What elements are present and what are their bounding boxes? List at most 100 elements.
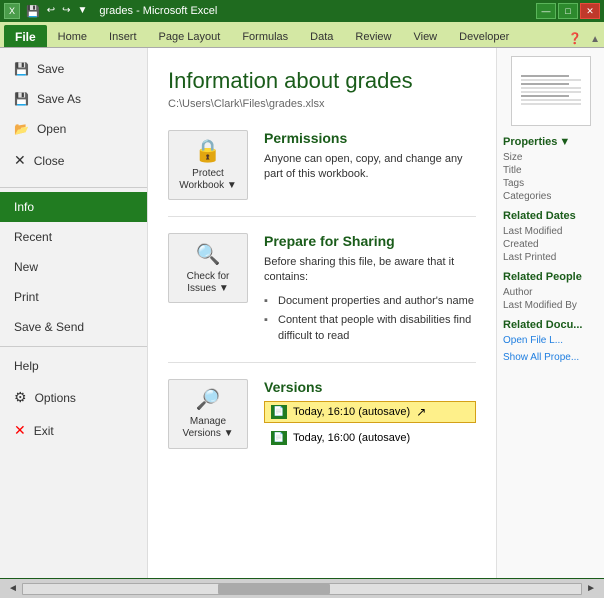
- sidebar: 💾 Save 💾 Save As 📂 Open ✕ Close Info Rec…: [0, 48, 148, 578]
- scroll-right-button[interactable]: ►: [586, 583, 596, 594]
- sidebar-item-save-send[interactable]: Save & Send: [0, 312, 147, 342]
- scrollbar-thumb: [218, 584, 330, 594]
- sidebar-item-recent[interactable]: Recent: [0, 222, 147, 252]
- sidebar-item-print[interactable]: Print: [0, 282, 147, 312]
- maximize-button[interactable]: □: [558, 3, 578, 19]
- tab-home[interactable]: Home: [47, 25, 98, 47]
- title-bar-left: X 💾 ↩ ↪ ▼ grades - Microsoft Excel: [4, 3, 217, 19]
- versions-title: Versions: [264, 379, 476, 395]
- preview-line-5: [521, 91, 581, 93]
- sharing-content: Prepare for Sharing Before sharing this …: [264, 233, 476, 346]
- size-label: Size: [503, 152, 598, 163]
- check-issues-button[interactable]: 🔍 Check forIssues ▼: [168, 233, 248, 303]
- protect-workbook-button[interactable]: 🔒 ProtectWorkbook ▼: [168, 130, 248, 200]
- manage-versions-button[interactable]: 🔎 ManageVersions ▼: [168, 379, 248, 449]
- quick-save-icon[interactable]: 💾: [24, 5, 42, 18]
- versions-section: 🔎 ManageVersions ▼ Versions 📄 Today, 16:…: [168, 379, 476, 465]
- excel-icon: X: [4, 3, 20, 19]
- preview-content: [521, 75, 581, 107]
- options-icon: ⚙: [14, 389, 27, 406]
- sidebar-item-options[interactable]: ⚙ Options: [0, 381, 147, 414]
- sidebar-item-new[interactable]: New: [0, 252, 147, 282]
- categories-label: Categories: [503, 191, 598, 202]
- check-issues-label: Check forIssues ▼: [187, 271, 230, 295]
- save-icon: 💾: [14, 62, 29, 76]
- permissions-section: 🔒 ProtectWorkbook ▼ Permissions Anyone c…: [168, 130, 476, 217]
- manage-versions-label: ManageVersions ▼: [182, 416, 233, 440]
- show-all-properties-link[interactable]: Show All Prope...: [503, 352, 598, 363]
- preview-line-2: [521, 79, 581, 81]
- sidebar-item-exit[interactable]: ✕ Exit: [0, 414, 147, 447]
- ribbon-minimize-icon[interactable]: ▲: [586, 32, 604, 47]
- open-icon: 📂: [14, 122, 29, 136]
- customize-icon[interactable]: ▼: [75, 5, 89, 18]
- sharing-list: Document properties and author's name Co…: [264, 292, 476, 346]
- close-button[interactable]: ✕: [580, 3, 600, 19]
- tab-insert[interactable]: Insert: [98, 25, 148, 47]
- preview-line-1: [521, 75, 569, 77]
- related-dates-title: Related Dates: [503, 210, 598, 222]
- permissions-desc: Anyone can open, copy, and change any pa…: [264, 152, 476, 183]
- document-preview: [511, 56, 591, 126]
- exit-icon: ✕: [14, 422, 26, 439]
- tab-page-layout[interactable]: Page Layout: [148, 25, 232, 47]
- tab-view[interactable]: View: [402, 25, 448, 47]
- sharing-item-1: Document properties and author's name: [264, 292, 476, 311]
- window-controls: — □ ✕: [536, 3, 600, 19]
- sharing-title: Prepare for Sharing: [264, 233, 476, 249]
- main-layout: 💾 Save 💾 Save As 📂 Open ✕ Close Info Rec…: [0, 48, 604, 578]
- quick-access-toolbar: 💾 ↩ ↪ ▼: [24, 5, 89, 18]
- sidebar-divider-1: [0, 187, 147, 188]
- scroll-left-button[interactable]: ◄: [8, 583, 18, 594]
- horizontal-scrollbar[interactable]: [22, 583, 582, 595]
- tags-label: Tags: [503, 178, 598, 189]
- close-menu-icon: ✕: [14, 152, 26, 169]
- version-item-2[interactable]: 📄 Today, 16:00 (autosave): [264, 427, 476, 449]
- sidebar-item-open[interactable]: 📂 Open: [0, 114, 147, 144]
- version-label-2: Today, 16:00 (autosave): [293, 432, 410, 444]
- tab-developer[interactable]: Developer: [448, 25, 520, 47]
- cursor-icon: ↗: [416, 405, 426, 419]
- info-label: Info: [14, 200, 34, 214]
- help-icon[interactable]: ❓: [564, 30, 586, 47]
- author-label: Author: [503, 287, 598, 298]
- protect-workbook-label: ProtectWorkbook ▼: [179, 168, 237, 192]
- title-bar: X 💾 ↩ ↪ ▼ grades - Microsoft Excel — □ ✕: [0, 0, 604, 22]
- status-bar: ◄ ►: [0, 578, 604, 598]
- sharing-section: 🔍 Check forIssues ▼ Prepare for Sharing …: [168, 233, 476, 363]
- tab-file[interactable]: File: [4, 25, 47, 47]
- preview-line-8: [521, 103, 581, 105]
- tab-review[interactable]: Review: [344, 25, 402, 47]
- open-file-location-link[interactable]: Open File L...: [503, 335, 598, 346]
- sidebar-item-close[interactable]: ✕ Close: [0, 144, 147, 177]
- version-item-1[interactable]: 📄 Today, 16:10 (autosave) ↗: [264, 401, 476, 423]
- permissions-content: Permissions Anyone can open, copy, and c…: [264, 130, 476, 183]
- created-label: Created: [503, 239, 598, 250]
- file-path: C:\Users\Clark\Files\grades.xlsx: [168, 98, 476, 110]
- sharing-item-2: Content that people with disabilities fi…: [264, 311, 476, 346]
- redo-icon[interactable]: ↪: [60, 5, 72, 18]
- undo-icon[interactable]: ↩: [45, 5, 57, 18]
- preview-line-7: [521, 99, 581, 101]
- related-people-title: Related People: [503, 271, 598, 283]
- last-modified-by-label: Last Modified By: [503, 300, 598, 311]
- last-printed-label: Last Printed: [503, 252, 598, 263]
- title-text: grades - Microsoft Excel: [99, 5, 217, 17]
- right-panel: Properties ▼ Size Title Tags Categories …: [496, 48, 604, 578]
- properties-section-title: Properties ▼: [503, 136, 598, 148]
- page-title: Information about grades: [168, 68, 476, 94]
- related-docs-title: Related Docu...: [503, 319, 598, 331]
- sidebar-item-info[interactable]: Info: [0, 192, 147, 222]
- tab-formulas[interactable]: Formulas: [231, 25, 299, 47]
- versions-content: Versions 📄 Today, 16:10 (autosave) ↗ 📄 T…: [264, 379, 476, 449]
- properties-dropdown-icon[interactable]: ▼: [559, 136, 570, 148]
- sidebar-item-save[interactable]: 💾 Save: [0, 54, 147, 84]
- content-area: Information about grades C:\Users\Clark\…: [148, 48, 496, 578]
- minimize-button[interactable]: —: [536, 3, 556, 19]
- preview-line-6: [521, 95, 569, 97]
- tab-data[interactable]: Data: [299, 25, 344, 47]
- sidebar-divider-2: [0, 346, 147, 347]
- version-doc-icon-2: 📄: [271, 431, 287, 445]
- sidebar-item-help[interactable]: Help: [0, 351, 147, 381]
- sidebar-item-save-as[interactable]: 💾 Save As: [0, 84, 147, 114]
